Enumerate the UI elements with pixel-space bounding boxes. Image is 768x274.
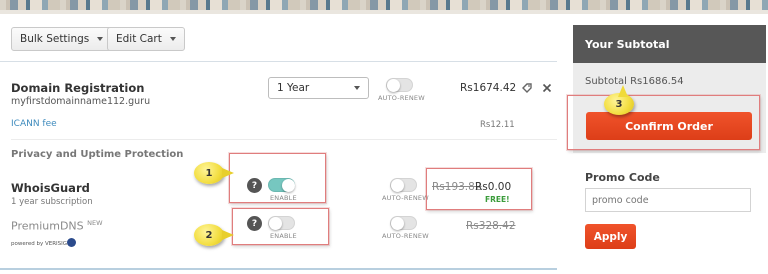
callout-1: 1 <box>194 162 234 184</box>
whoisguard-subscription: 1 year subscription <box>11 197 93 207</box>
new-badge: NEW <box>87 219 103 227</box>
edit-cart-label: Edit Cart <box>116 33 162 45</box>
tag-icon[interactable] <box>521 82 533 94</box>
premiumdns-enable-toggle[interactable] <box>268 216 295 230</box>
bulk-settings-label: Bulk Settings <box>20 33 90 45</box>
order-summary-panel: Your Subtotal Subtotal Rs1686.54 Confirm… <box>567 25 766 274</box>
close-icon[interactable] <box>542 83 552 93</box>
premiumdns-autorenew-toggle[interactable] <box>390 216 417 230</box>
domain-price: Rs1674.42 <box>460 82 517 94</box>
subtotal-header: Your Subtotal <box>573 25 766 63</box>
premiumdns-autorenew-label: AUTO-RENEW <box>382 232 429 240</box>
icann-fee-link[interactable]: ICANN fee <box>11 119 57 129</box>
whoisguard-autorenew-label: AUTO-RENEW <box>382 194 429 202</box>
callout-3: 3 <box>604 85 634 115</box>
domain-autorenew-label: AUTO-RENEW <box>378 94 425 102</box>
whoisguard-title: WhoisGuard <box>11 181 90 195</box>
edit-cart-dropdown[interactable]: Edit Cart <box>107 27 185 51</box>
privacy-heading: Privacy and Uptime Protection <box>11 149 184 160</box>
whoisguard-free-label: FREE! <box>485 195 510 204</box>
promo-code-heading: Promo Code <box>585 171 660 184</box>
domain-autorenew-toggle[interactable] <box>386 78 413 92</box>
promo-code-input[interactable] <box>585 188 751 212</box>
icann-fee-price: Rs12.11 <box>480 120 515 130</box>
subtotal-amount: Subtotal Rs1686.54 <box>585 76 684 87</box>
question-icon[interactable]: ? <box>247 178 262 193</box>
premiumdns-old-price: Rs328.42 <box>466 220 516 232</box>
whoisguard-autorenew-toggle[interactable] <box>390 178 417 192</box>
premiumdns-enable-label: ENABLE <box>270 232 297 240</box>
question-icon[interactable]: ? <box>247 216 262 231</box>
powered-by-verisign: powered by VERISIGN <box>11 241 72 247</box>
divider <box>0 61 557 62</box>
chevron-down-icon <box>354 86 360 90</box>
chevron-down-icon <box>169 37 176 41</box>
term-select-value: 1 Year <box>277 82 310 94</box>
confirm-order-button[interactable]: Confirm Order <box>586 112 752 140</box>
domain-registration-title: Domain Registration <box>11 81 145 95</box>
decorative-banner <box>0 0 768 14</box>
bulk-settings-dropdown[interactable]: Bulk Settings <box>11 27 113 51</box>
callout-2: 2 <box>194 224 234 246</box>
verisign-logo-icon <box>67 238 76 247</box>
domain-name: myfirstdomainname112.guru <box>11 96 151 107</box>
premiumdns-title: PremiumDNS NEW <box>11 219 103 233</box>
divider <box>11 139 557 140</box>
whoisguard-enable-toggle[interactable] <box>268 178 295 192</box>
whoisguard-enable-label: ENABLE <box>270 194 297 202</box>
whoisguard-price: Rs0.00 <box>475 181 512 193</box>
term-select[interactable]: 1 Year <box>268 77 369 99</box>
divider <box>0 268 557 270</box>
chevron-down-icon <box>97 37 104 41</box>
apply-button[interactable]: Apply <box>585 224 636 249</box>
